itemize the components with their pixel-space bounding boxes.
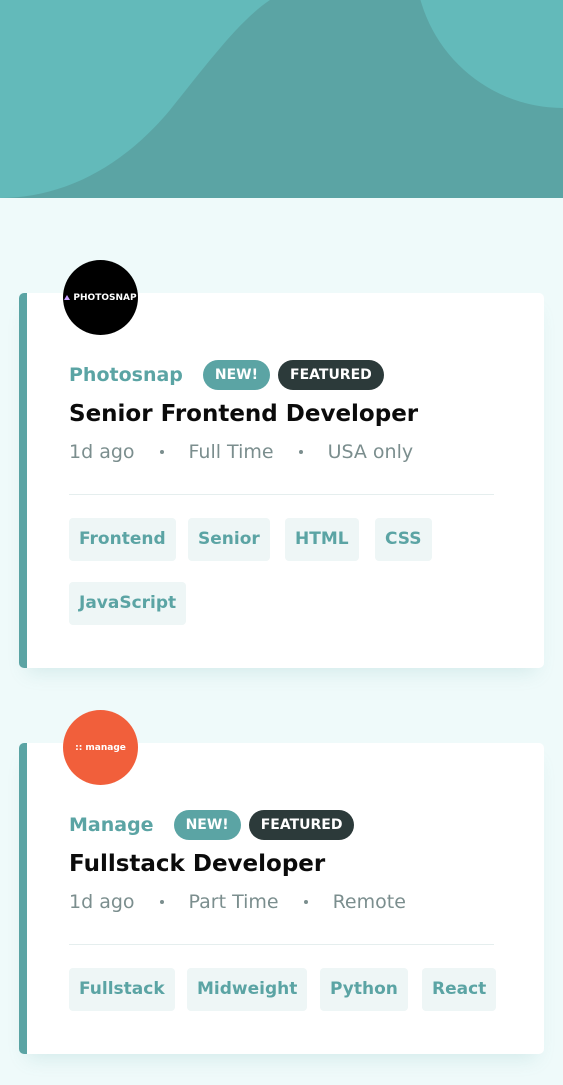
location: Remote <box>332 891 406 913</box>
divider <box>69 494 494 495</box>
job-listing-card[interactable]: :: manage Manage NEW! FEATURED Fullstack… <box>19 710 544 1054</box>
job-position-title[interactable]: Fullstack Developer <box>69 851 325 877</box>
job-listing-card[interactable]: PHOTOSNAP Photosnap NEW! FEATURED Senior… <box>19 260 544 668</box>
new-badge: NEW! <box>173 810 241 840</box>
company-name[interactable]: Photosnap <box>69 364 183 386</box>
job-position-title[interactable]: Senior Frontend Developer <box>69 401 418 427</box>
filter-tag[interactable]: CSS <box>375 518 432 561</box>
manage-logo-icon: :: manage <box>75 742 126 753</box>
filter-tag[interactable]: Fullstack <box>69 968 175 1011</box>
divider <box>69 944 494 945</box>
job-meta: 1d ago Part Time Remote <box>69 891 406 913</box>
posted-at: 1d ago <box>69 891 135 913</box>
logo-text: PHOTOSNAP <box>73 292 137 303</box>
filter-tag[interactable]: Midweight <box>187 968 308 1011</box>
new-badge: NEW! <box>202 360 271 390</box>
header-wave-decoration <box>0 0 563 198</box>
company-row: Manage NEW! FEATURED <box>69 810 362 840</box>
dot-separator <box>303 900 308 904</box>
job-meta: 1d ago Full Time USA only <box>69 441 413 463</box>
company-row: Photosnap NEW! FEATURED <box>69 360 392 390</box>
filter-tag[interactable]: JavaScript <box>69 582 187 625</box>
header-banner <box>0 0 563 198</box>
filter-tag[interactable]: React <box>422 968 497 1011</box>
dot-separator <box>159 900 164 904</box>
company-name[interactable]: Manage <box>69 814 154 836</box>
photosnap-logo-icon <box>64 295 71 300</box>
contract-type: Full Time <box>188 441 274 463</box>
contract-type: Part Time <box>188 891 279 913</box>
dot-separator <box>298 450 303 454</box>
filter-tag[interactable]: Senior <box>188 518 270 561</box>
posted-at: 1d ago <box>69 441 135 463</box>
filter-tag[interactable]: Python <box>320 968 408 1011</box>
dot-separator <box>159 450 164 454</box>
company-logo: :: manage <box>63 710 138 785</box>
filter-tag[interactable]: Frontend <box>69 518 176 561</box>
filter-tag[interactable]: HTML <box>285 518 359 561</box>
featured-badge: FEATURED <box>248 810 355 840</box>
location: USA only <box>327 441 414 463</box>
company-logo: PHOTOSNAP <box>63 260 138 335</box>
featured-badge: FEATURED <box>278 360 384 390</box>
